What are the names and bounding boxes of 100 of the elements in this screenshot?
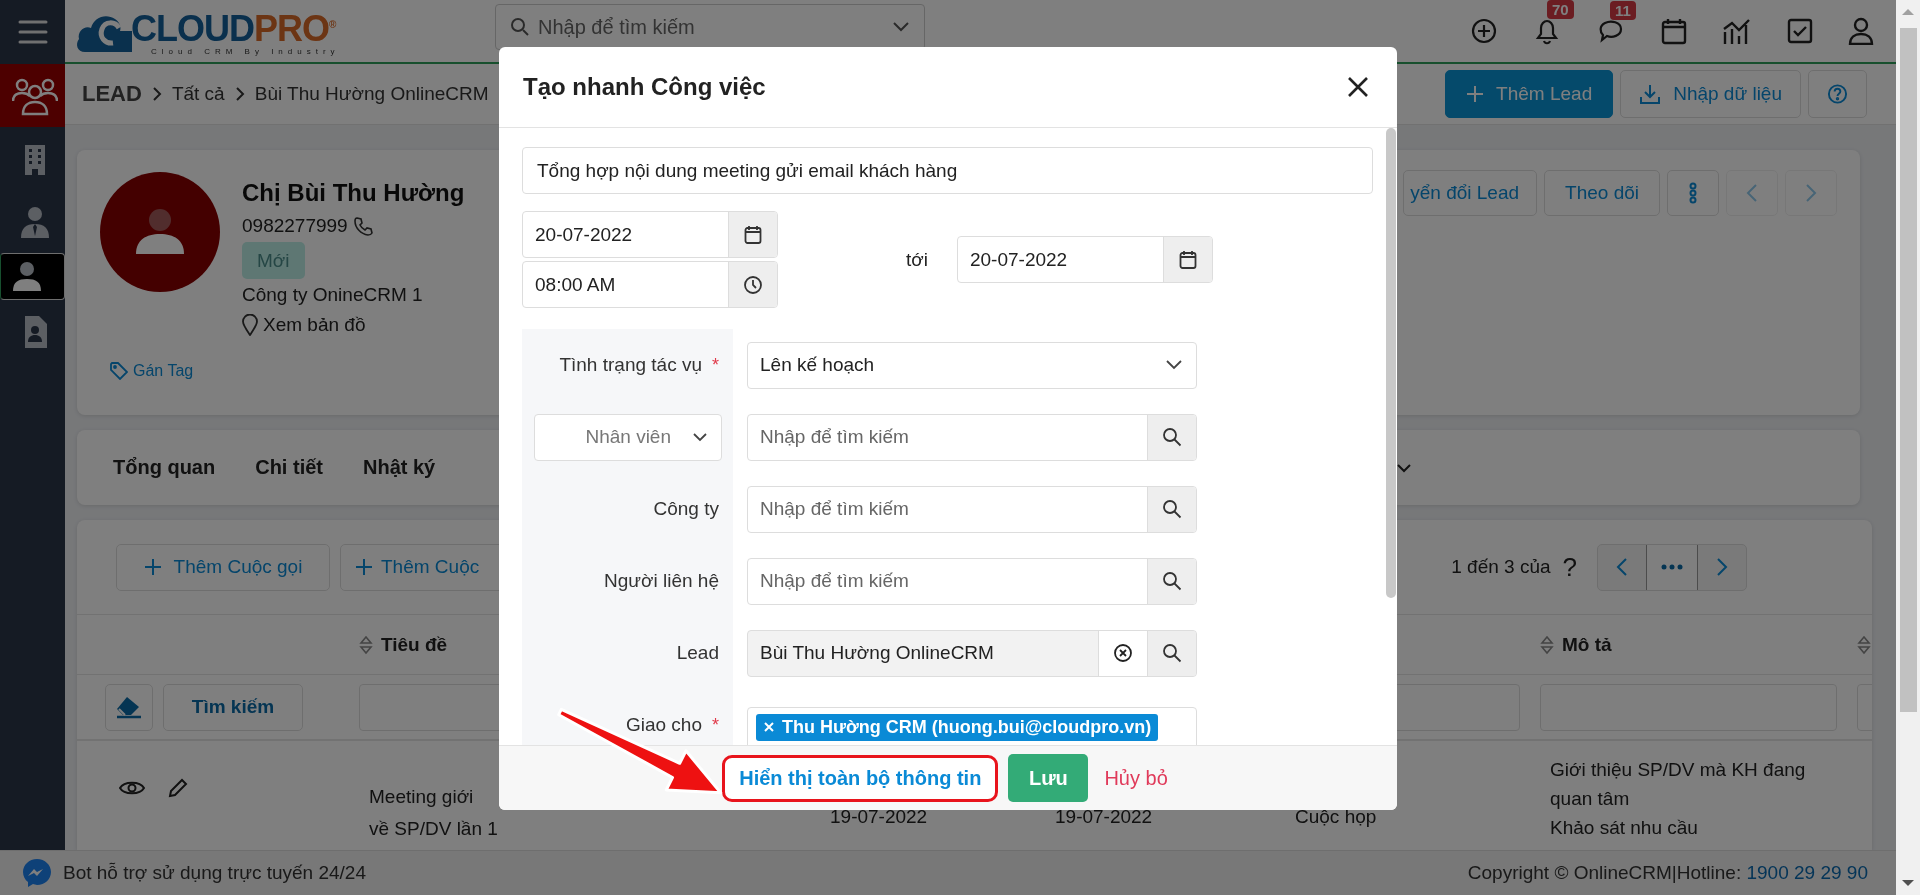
add-activity-button[interactable]: Thêm Cuộc gọi (116, 543, 330, 591)
tab[interactable]: Nhật ký (363, 456, 436, 479)
sort-icon[interactable] (1540, 633, 1554, 656)
plus-icon (355, 558, 373, 576)
lookup-field[interactable]: Bùi Thu Hường OnlineCRM (747, 629, 1197, 677)
show-all-button[interactable]: Hiển thị toàn bộ thông tin (725, 760, 996, 796)
field-label: Tình trạng tác vụ (559, 354, 702, 376)
businessman-icon (20, 205, 49, 238)
column-header[interactable]: Mô tả (1562, 633, 1612, 656)
column-header[interactable]: Tiêu đề (381, 633, 448, 656)
import-button[interactable]: Nhập dữ liệu (1620, 70, 1801, 118)
clear-icon[interactable] (1113, 643, 1133, 663)
calendar-icon (1178, 249, 1197, 270)
dialog-title: Tạo nhanh Công việc (523, 73, 766, 101)
subject-field[interactable]: Tổng hợp nội dung meeting gửi email khách hàng (522, 147, 1373, 194)
lookup-field[interactable]: Nhập để tìm kiếm (747, 557, 1197, 605)
breadcrumb-link[interactable]: LEAD (82, 81, 142, 107)
type-select[interactable]: Nhân viên (534, 413, 722, 461)
messenger-icon[interactable] (22, 858, 52, 888)
remove-icon[interactable] (763, 721, 775, 733)
calendar-icon[interactable] (1661, 17, 1687, 45)
scrollbar-thumb[interactable] (1386, 128, 1396, 598)
lookup-field[interactable]: Nhập để tìm kiếm (747, 413, 1197, 461)
more-button[interactable] (1667, 170, 1719, 216)
scrollbar-thumb[interactable] (1899, 28, 1917, 712)
sidebar-item[interactable] (0, 253, 65, 300)
notification-count: 70 (1547, 0, 1574, 19)
to-label: tới (906, 248, 928, 271)
status-select[interactable]: Lên kế hoạch (747, 341, 1197, 389)
tab[interactable]: Chi tiết (255, 456, 323, 479)
search-icon (1162, 499, 1182, 519)
checkbox-icon[interactable] (1787, 18, 1813, 44)
start-time-field[interactable]: 08:00 AM (522, 261, 778, 308)
scroll-up-icon[interactable] (1901, 8, 1915, 16)
convert-button[interactable]: yển đổi Lead (1403, 170, 1538, 216)
start-date-field[interactable]: 20-07-2022 (522, 211, 778, 258)
scroll-down-icon[interactable] (1901, 879, 1915, 887)
phone-icon[interactable] (352, 216, 373, 236)
add-circle-icon[interactable] (1470, 17, 1498, 45)
sort-icon[interactable] (1857, 633, 1871, 656)
help-button[interactable] (1808, 70, 1867, 118)
required-mark: * (712, 714, 719, 736)
close-icon (1347, 76, 1369, 98)
breadcrumb-link[interactable]: Tất cả (171, 83, 225, 105)
chart-icon[interactable] (1722, 17, 1752, 45)
table-cell-text: 19-07-2022 (1055, 805, 1154, 829)
table-cell-text: Meeting giới về SP/DV lần 1 (369, 785, 499, 841)
required-mark: * (712, 354, 719, 376)
logo-tagline: Cloud CRM By Industry (151, 46, 340, 56)
pagination-total: ? (1562, 551, 1577, 583)
user-icon[interactable] (1848, 17, 1874, 45)
clear-filter-button[interactable] (105, 683, 153, 731)
breadcrumb-link[interactable]: Bùi Thu Hường OnlineCRM (254, 83, 489, 105)
field-label: Người liên hệ (604, 570, 719, 592)
calendar-icon (744, 224, 762, 245)
plus-icon (1466, 85, 1485, 103)
chevron-right-icon (1716, 557, 1728, 577)
chevron-down-icon (693, 432, 707, 442)
map-pin-icon (242, 314, 258, 336)
building-icon (22, 142, 47, 175)
save-button[interactable]: Lưu (1008, 754, 1089, 802)
chevron-down-icon (892, 21, 910, 33)
chevron-right-icon (233, 86, 246, 102)
assign-tag-link[interactable]: Gán Tag (133, 362, 194, 380)
search-button[interactable]: Tìm kiếm (163, 683, 303, 731)
person-icon (13, 260, 41, 293)
assignee-chip[interactable]: Thu Hường CRM (huong.bui@cloudpro.vn) (756, 713, 1159, 741)
map-link[interactable]: Xem bản đồ (263, 310, 366, 340)
sidebar-item[interactable] (0, 64, 65, 127)
table-cell-text: Cuộc họp (1295, 805, 1378, 829)
lookup-field[interactable]: Nhập để tìm kiếm (747, 485, 1197, 533)
company-name: Công ty OnineCRM 1 (242, 283, 423, 307)
pencil-icon[interactable] (167, 777, 189, 799)
tab[interactable]: Tổng quan (113, 456, 216, 479)
end-date-field[interactable]: 20-07-2022 (956, 236, 1213, 283)
contact-file-icon (22, 315, 47, 348)
help-icon (1827, 83, 1848, 105)
download-icon (1639, 83, 1662, 105)
support-bot-text[interactable]: Bot hỗ trợ sử dụng trực tuyến 24/24 (63, 862, 366, 884)
follow-button[interactable]: Theo dõi (1544, 170, 1660, 216)
clock-icon (743, 274, 763, 295)
sort-icon[interactable] (359, 633, 373, 656)
hotline-link[interactable]: 1900 29 29 90 (1746, 862, 1868, 883)
eraser-icon (115, 695, 143, 719)
menu-icon (17, 19, 48, 45)
search-icon (510, 17, 530, 37)
cancel-button[interactable]: Hủy bỏ (1098, 766, 1174, 790)
add-lead-button[interactable]: Thêm Lead (1445, 70, 1614, 118)
search-icon (1162, 571, 1182, 591)
more-pages-button[interactable] (1646, 544, 1698, 590)
chevron-down-icon[interactable] (1396, 462, 1412, 473)
plus-icon (143, 558, 162, 576)
chevron-left-icon (1616, 557, 1628, 577)
message-count: 11 (1610, 1, 1636, 20)
chevron-down-icon (1166, 360, 1182, 370)
more-icon (1661, 564, 1683, 570)
logo-text: CLOUDPRO$^{®}$ (131, 6, 337, 47)
kebab-icon (1689, 182, 1697, 204)
field-label: Giao cho (625, 714, 702, 736)
lead-name: Chị Bùi Thu Hường (242, 178, 465, 208)
